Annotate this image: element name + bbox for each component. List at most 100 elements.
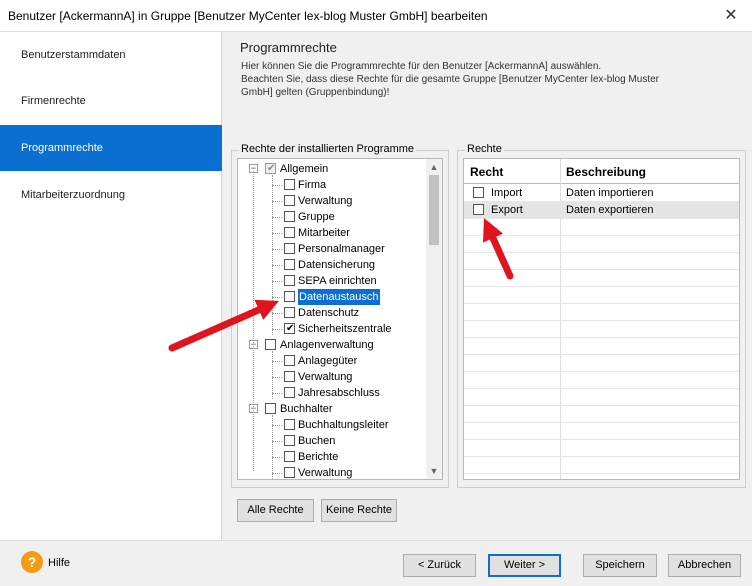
- tree-item[interactable]: Datensicherung: [238, 257, 426, 273]
- tree-item-label: Datenschutz: [298, 307, 360, 319]
- tree-item-label: Firma: [298, 179, 327, 191]
- checkbox[interactable]: [284, 227, 295, 238]
- tree-item[interactable]: Datenaustausch: [238, 289, 426, 305]
- tree-connector: [272, 313, 282, 314]
- table-row[interactable]: Export Daten exportieren: [464, 202, 739, 219]
- checkbox[interactable]: [284, 307, 295, 318]
- tree-item-label: Verwaltung: [298, 467, 353, 479]
- tree-item[interactable]: Jahresabschluss: [238, 385, 426, 401]
- cancel-button[interactable]: Abbrechen: [668, 554, 741, 577]
- checkbox[interactable]: [284, 355, 295, 366]
- checkbox[interactable]: [284, 195, 295, 206]
- description-line: Beachten Sie, dass diese Rechte für die …: [241, 74, 659, 85]
- tree-connector: [272, 457, 282, 458]
- checkbox[interactable]: [284, 259, 295, 270]
- checkbox[interactable]: [284, 211, 295, 222]
- checkbox[interactable]: [284, 419, 295, 430]
- main-content: Programmrechte Hier können Sie die Progr…: [223, 32, 752, 540]
- checkbox[interactable]: [284, 435, 295, 446]
- table-row: [464, 338, 739, 355]
- tree-item[interactable]: Sicherheitszentrale: [238, 321, 426, 337]
- close-icon[interactable]: ✕: [720, 6, 742, 26]
- tree-item[interactable]: − Buchhalter: [238, 401, 426, 417]
- checkbox[interactable]: [473, 187, 484, 198]
- tree-connector: [272, 329, 282, 330]
- all-rights-button[interactable]: Alle Rechte: [237, 499, 314, 522]
- next-button[interactable]: Weiter >: [488, 554, 561, 577]
- help-label[interactable]: Hilfe: [48, 557, 70, 569]
- tree-item[interactable]: Verwaltung: [238, 369, 426, 385]
- tree-item[interactable]: Gruppe: [238, 209, 426, 225]
- tree-item-label: Anlagenverwaltung: [280, 339, 374, 351]
- tree-item-label: Personalmanager: [298, 243, 385, 255]
- checkbox[interactable]: [284, 467, 295, 478]
- tree-item[interactable]: − Anlagenverwaltung: [238, 337, 426, 353]
- no-rights-button[interactable]: Keine Rechte: [321, 499, 397, 522]
- checkbox[interactable]: [265, 161, 276, 177]
- right-description: Daten exportieren: [566, 204, 654, 216]
- checkbox[interactable]: [284, 321, 295, 337]
- tree-item[interactable]: Personalmanager: [238, 241, 426, 257]
- scroll-up-icon[interactable]: ▲: [426, 159, 442, 175]
- rights-table[interactable]: Recht Beschreibung Import Daten importier…: [463, 158, 740, 480]
- tree-item[interactable]: Berichte: [238, 449, 426, 465]
- tree-connector: [272, 175, 273, 335]
- table-row[interactable]: Import Daten importieren: [464, 185, 739, 202]
- tree-item[interactable]: Verwaltung: [238, 465, 426, 479]
- sidebar-item-programmrechte[interactable]: Programmrechte: [0, 125, 222, 171]
- checkbox[interactable]: [284, 451, 295, 462]
- sidebar: Benutzerstammdaten Firmenrechte Programm…: [0, 32, 222, 540]
- tree-item[interactable]: Buchen: [238, 433, 426, 449]
- tree-connector: [272, 393, 282, 394]
- tree-scrollbar[interactable]: ▲ ▼: [426, 159, 442, 479]
- tree-item[interactable]: Anlagegüter: [238, 353, 426, 369]
- tree-connector: [272, 249, 282, 250]
- tree-item[interactable]: Verwaltung: [238, 193, 426, 209]
- tree-item[interactable]: Buchhaltungsleiter: [238, 417, 426, 433]
- tree-connector: [272, 281, 282, 282]
- checkbox[interactable]: [284, 275, 295, 286]
- column-header-recht[interactable]: Recht: [470, 165, 503, 179]
- program-tree[interactable]: ▲ ▼ −Allgemein Firma Verwaltung Gruppe Mitar…: [237, 158, 443, 480]
- tree-connector: [272, 217, 282, 218]
- table-row: [464, 440, 739, 457]
- column-header-beschreibung[interactable]: Beschreibung: [566, 165, 646, 179]
- checkbox[interactable]: [284, 371, 295, 382]
- checkbox[interactable]: [284, 291, 295, 302]
- checkbox[interactable]: [284, 179, 295, 190]
- checkbox[interactable]: [265, 339, 276, 350]
- table-row: [464, 355, 739, 372]
- tree-item-label: Allgemein: [280, 163, 329, 175]
- checkbox[interactable]: [265, 403, 276, 414]
- right-description: Daten importieren: [566, 187, 654, 199]
- sidebar-item-benutzerstammdaten[interactable]: Benutzerstammdaten: [0, 32, 222, 78]
- tree-item-label: Datensicherung: [298, 259, 376, 271]
- tree-connector: [272, 425, 282, 426]
- checkbox[interactable]: [284, 243, 295, 254]
- tree-item[interactable]: −Allgemein: [238, 161, 426, 177]
- scroll-down-icon[interactable]: ▼: [426, 463, 442, 479]
- sidebar-item-firmenrechte[interactable]: Firmenrechte: [0, 78, 222, 124]
- back-button[interactable]: < Zurück: [403, 554, 476, 577]
- tree-item[interactable]: Firma: [238, 177, 426, 193]
- help-icon[interactable]: ?: [21, 551, 43, 573]
- page-title: Programmrechte: [240, 40, 337, 55]
- tree-item[interactable]: Mitarbeiter: [238, 225, 426, 241]
- table-row: [464, 321, 739, 338]
- checkbox[interactable]: [473, 204, 484, 215]
- programs-group-label: Rechte der installierten Programme: [239, 143, 417, 155]
- tree-item[interactable]: SEPA einrichten: [238, 273, 426, 289]
- tree-connector: [272, 233, 282, 234]
- tree-item-label: Gruppe: [298, 211, 335, 223]
- tree-item-label: Buchhaltungsleiter: [298, 419, 389, 431]
- tree-connector: [272, 265, 282, 266]
- table-row: [464, 406, 739, 423]
- sidebar-item-mitarbeiterzuordnung[interactable]: Mitarbeiterzuordnung: [0, 172, 222, 218]
- tree-item-label: Anlagegüter: [298, 355, 358, 367]
- tree-item-label: Berichte: [298, 451, 339, 463]
- tree-item[interactable]: Datenschutz: [238, 305, 426, 321]
- save-button[interactable]: Speichern: [583, 554, 657, 577]
- scroll-thumb[interactable]: [429, 175, 439, 245]
- checkbox[interactable]: [284, 387, 295, 398]
- table-row: [464, 253, 739, 270]
